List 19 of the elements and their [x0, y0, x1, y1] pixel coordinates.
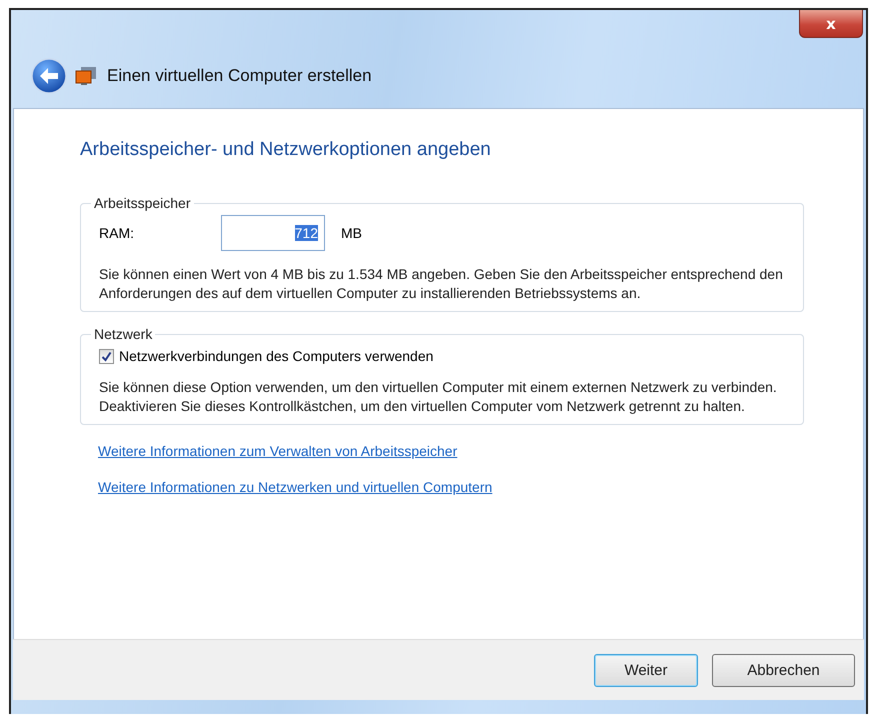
page-heading: Arbeitsspeicher- und Netzwerkoptionen angeben	[80, 139, 491, 161]
group-legend: Arbeitsspeicher	[91, 195, 194, 211]
cancel-button[interactable]: Abbrechen	[712, 654, 855, 686]
memory-description: Sie können einen Wert von 4 MB bis zu 1.534 MB angeben. Geben Sie den Arbeitsspeicher entsprechend den Anforderungen des auf dem virtuellen Computer zu installierenden Betriebssystems an.	[99, 265, 784, 303]
ram-value: 712	[294, 225, 318, 241]
help-link[interactable]: Weitere Informationen zu Netzwerken und virtuellen Computern	[98, 479, 492, 495]
ram-input-field[interactable]: 712	[221, 215, 325, 251]
unit-label: MB	[341, 225, 362, 241]
monitor-icon	[75, 66, 97, 86]
help-link[interactable]: Weitere Informationen zum Verwalten von Arbeitsspeicher	[98, 443, 458, 459]
close-button[interactable]: x	[799, 10, 863, 38]
window-title: Einen virtuellen Computer erstellen	[107, 66, 372, 86]
next-button[interactable]: Weiter	[594, 654, 698, 686]
ram-label: RAM:	[99, 225, 135, 241]
checkbox-label[interactable]: Netzwerkverbindungen des Computers verwenden	[119, 348, 434, 364]
network-description: Sie können diese Option verwenden, um den virtuellen Computer mit einem externen Netzwerk zu verbinden. Deaktivieren Sie dieses Kontrollkästchen, um den virtuellen Computer vom Netzwerk getrennt zu halten.	[99, 378, 778, 416]
group-legend: Netzwerk	[91, 326, 156, 342]
checkbox[interactable]	[99, 348, 114, 364]
check-icon	[101, 350, 112, 362]
